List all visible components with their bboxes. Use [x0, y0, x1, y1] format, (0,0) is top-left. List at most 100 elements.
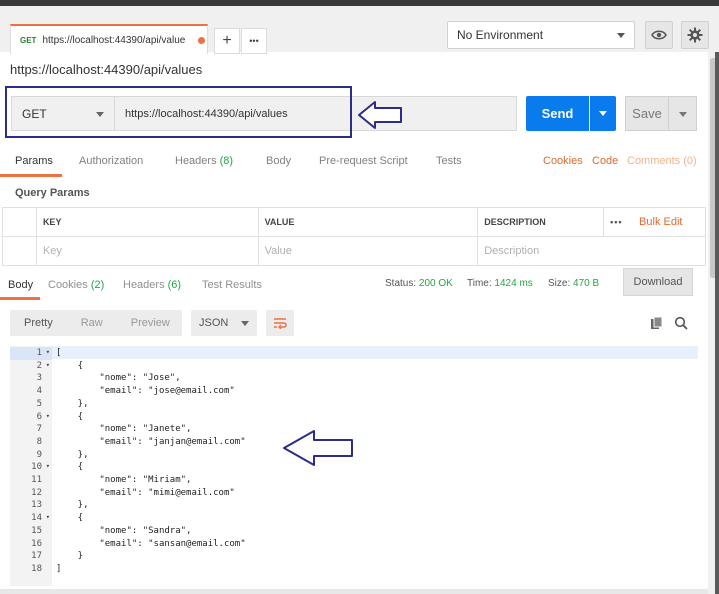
environment-settings-button[interactable] — [681, 21, 709, 49]
copy-button[interactable] — [650, 316, 664, 330]
size-label: Size: — [548, 278, 571, 289]
language-select[interactable]: JSON — [191, 310, 257, 336]
request-tabs: Params Authorization Headers (8) Body Pr… — [0, 150, 708, 177]
environment-quick-look-button[interactable] — [645, 21, 673, 49]
code-line: "nome": "Sandra", — [56, 525, 192, 536]
request-tab[interactable]: GET https://localhost:44390/api/value — [10, 24, 208, 54]
tab-options-button[interactable]: ••• — [241, 28, 267, 54]
format-toggle-group: Pretty Raw Preview — [10, 310, 182, 336]
response-tab-cookies[interactable]: Cookies (2) — [48, 279, 104, 291]
line-number: 3 — [10, 372, 52, 385]
more-dots-icon[interactable]: ••• — [610, 217, 622, 227]
format-raw-button[interactable]: Raw — [67, 317, 117, 329]
cookies-link[interactable]: Cookies — [543, 155, 583, 167]
line-number-text: 17 — [31, 551, 42, 562]
search-button[interactable] — [674, 316, 688, 330]
tab-body[interactable]: Body — [266, 155, 291, 167]
code-line: "email": "jose@email.com" — [56, 386, 235, 397]
send-button[interactable]: Send — [526, 96, 589, 131]
tab-params[interactable]: Params — [15, 155, 53, 167]
new-tab-button[interactable]: + — [214, 28, 240, 54]
response-tab-headers[interactable]: Headers (6) — [123, 279, 181, 291]
line-number-text: 15 — [31, 525, 42, 536]
fold-toggle-icon[interactable]: ▾ — [46, 361, 50, 369]
download-button[interactable]: Download — [623, 268, 693, 296]
line-number-text: 2 — [36, 360, 42, 371]
format-pretty-button[interactable]: Pretty — [10, 317, 67, 329]
code-line: "nome": "Miriam", — [56, 475, 192, 485]
copy-icon — [651, 316, 663, 329]
column-header-description: DESCRIPTION — [477, 207, 605, 237]
line-number: 4 — [10, 385, 52, 398]
send-options-button[interactable] — [590, 96, 616, 131]
fold-toggle-icon[interactable]: ▾ — [46, 412, 50, 420]
line-number-text: 13 — [31, 500, 42, 511]
table-header-row: KEY VALUE DESCRIPTION ••• Bulk Edit — [2, 207, 706, 237]
tab-headers-count: (8) — [219, 155, 234, 167]
tab-pre-request-script[interactable]: Pre-request Script — [319, 155, 408, 167]
tab-tests[interactable]: Tests — [436, 155, 462, 167]
save-button[interactable]: Save — [625, 96, 669, 131]
bottom-border — [0, 589, 708, 594]
time-label: Time: — [467, 278, 492, 289]
column-header-key: KEY — [35, 207, 259, 237]
code-line: } — [56, 551, 84, 562]
code-link[interactable]: Code — [592, 155, 618, 167]
line-number: 2 ▾ — [10, 360, 52, 373]
annotation-arrow-icon — [283, 430, 353, 466]
environment-select-value: No Environment — [457, 28, 544, 42]
search-icon — [674, 316, 688, 330]
code-line: "email": "sansan@email.com" — [56, 538, 246, 549]
status-meta: Status: 200 OK — [385, 278, 453, 289]
response-tab-cookies-count: (2) — [90, 279, 105, 291]
line-number: 18 — [10, 563, 52, 576]
code-line: "email": "mimi@email.com" — [56, 487, 235, 498]
wrap-lines-button[interactable] — [266, 310, 294, 336]
tab-headers[interactable]: Headers (8) — [175, 155, 233, 167]
chevron-down-icon — [241, 321, 249, 326]
fold-toggle-icon[interactable]: ▾ — [46, 513, 50, 521]
column-header-value: VALUE — [257, 207, 479, 237]
chevron-down-icon — [617, 33, 625, 38]
line-number: 15 — [10, 525, 52, 538]
query-params-table: KEY VALUE DESCRIPTION ••• Bulk Edit Key … — [2, 207, 706, 266]
line-number-text: 11 — [31, 475, 42, 485]
key-input[interactable]: Key — [35, 236, 259, 266]
window-edge — [715, 52, 719, 594]
gear-icon — [687, 27, 703, 43]
line-number-text: 8 — [36, 436, 42, 447]
line-number-text: 1 — [36, 348, 42, 358]
code-line: { — [56, 411, 84, 422]
line-number-text: 16 — [31, 538, 42, 549]
value-input[interactable]: Value — [257, 236, 479, 266]
tab-authorization[interactable]: Authorization — [79, 155, 143, 167]
status-label: Status: — [385, 278, 417, 289]
line-number: 13 — [10, 499, 52, 512]
line-number-text: 10 — [31, 462, 42, 473]
line-number-text: 7 — [36, 424, 42, 435]
more-dots-icon: ••• — [249, 36, 259, 46]
response-tab-body[interactable]: Body — [8, 279, 33, 291]
plus-icon: + — [222, 32, 232, 49]
comments-link[interactable]: Comments (0) — [627, 155, 697, 167]
bulk-edit-link[interactable]: Bulk Edit — [639, 216, 682, 228]
environment-select[interactable]: No Environment — [447, 21, 635, 49]
fold-toggle-icon[interactable]: ▾ — [46, 462, 50, 470]
save-options-button[interactable] — [669, 96, 697, 131]
size-value: 470 B — [573, 278, 600, 289]
format-preview-button[interactable]: Preview — [117, 317, 184, 329]
line-number-text: 12 — [31, 487, 42, 498]
code-line: }, — [56, 449, 89, 460]
description-input[interactable]: Description — [477, 236, 706, 266]
chevron-down-icon — [599, 111, 607, 116]
line-number-text: 14 — [31, 513, 42, 524]
fold-toggle-icon[interactable]: ▾ — [46, 348, 50, 356]
response-tab-test-results[interactable]: Test Results — [202, 279, 262, 291]
line-number: 5 — [10, 398, 52, 411]
eye-icon — [651, 30, 667, 40]
time-meta: Time: 1424 ms — [467, 278, 533, 289]
table-actions-cell: ••• Bulk Edit — [603, 207, 706, 237]
line-number: 12 — [10, 487, 52, 500]
response-body-editor[interactable]: 1 ▾ 2 ▾ 3 4 5 6 ▾ 7 8 9 10 ▾ 11 12 13 14 ▾ 15 16 17 18 [ { "no… — [10, 346, 698, 586]
code-line: [ — [56, 348, 62, 358]
